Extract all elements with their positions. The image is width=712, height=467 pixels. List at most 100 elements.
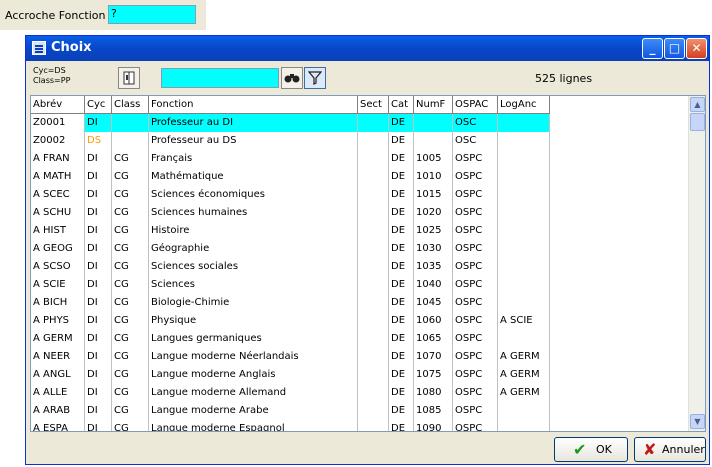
cell-numf: 1060 — [414, 312, 453, 330]
cell-abrev: A ARAB — [31, 402, 85, 420]
cell-fonction: Langue moderne Arabe — [149, 402, 358, 420]
binoculars-icon[interactable] — [281, 67, 303, 89]
table-row[interactable]: A GERM DI CG Langues germaniques DE 1065 OSPC — [31, 330, 550, 348]
col-header-sect[interactable]: Sect — [358, 96, 389, 114]
cell-class: CG — [112, 312, 149, 330]
cell-numf: 1075 — [414, 366, 453, 384]
cell-abrev: A MATH — [31, 168, 85, 186]
cell-cat: DE — [389, 204, 414, 222]
cell-cyc: DI — [85, 276, 112, 294]
cell-cyc: DI — [85, 420, 112, 431]
filter-info-class: Class=PP — [33, 76, 71, 85]
accroche-bar: Accroche Fonction : ? — [0, 0, 206, 30]
table-row[interactable]: A SCEC DI CG Sciences économiques DE 1015 OSPC — [31, 186, 550, 204]
check-icon: ✔ — [573, 440, 587, 459]
cell-class: CG — [112, 330, 149, 348]
filter-icon[interactable] — [304, 67, 326, 89]
cell-numf: 1015 — [414, 186, 453, 204]
col-header-numf[interactable]: NumF — [414, 96, 453, 114]
scroll-down-icon[interactable]: ▼ — [690, 414, 705, 429]
cell-sect — [358, 168, 389, 186]
search-input[interactable] — [161, 68, 279, 88]
cell-sect — [358, 402, 389, 420]
table-row[interactable]: A SCHU DI CG Sciences humaines DE 1020 OSPC — [31, 204, 550, 222]
table-row[interactable]: A SCIE DI CG Sciences DE 1040 OSPC — [31, 276, 550, 294]
cell-class: CG — [112, 204, 149, 222]
cell-fonction: Biologie-Chimie — [149, 294, 358, 312]
cell-sect — [358, 294, 389, 312]
cell-abrev: A SCEC — [31, 186, 85, 204]
cancel-button[interactable]: ✘ Annuler — [634, 437, 706, 462]
cell-class: CG — [112, 366, 149, 384]
scroll-up-icon[interactable]: ▲ — [690, 97, 705, 112]
results-grid[interactable]: Abrév Cyc Class Fonction Sect Cat NumF O… — [30, 95, 706, 432]
cell-sect — [358, 276, 389, 294]
cell-cat: DE — [389, 258, 414, 276]
cell-cat: DE — [389, 384, 414, 402]
cell-numf: 1080 — [414, 384, 453, 402]
cell-loganc: A SCIE — [498, 312, 550, 330]
cell-cyc: DS — [85, 132, 112, 150]
cell-fonction: Français — [149, 150, 358, 168]
col-header-fonction[interactable]: Fonction — [149, 96, 358, 114]
cell-loganc — [498, 240, 550, 258]
cell-numf: 1005 — [414, 150, 453, 168]
table-row[interactable]: A ARAB DI CG Langue moderne Arabe DE 1085 OSPC — [31, 402, 550, 420]
table-row[interactable]: A PHYS DI CG Physique DE 1060 OSPC A SCIE — [31, 312, 550, 330]
cell-cyc: DI — [85, 258, 112, 276]
scroll-thumb[interactable] — [690, 113, 705, 131]
cell-sect — [358, 366, 389, 384]
col-header-loganc[interactable]: LogAnc — [498, 96, 550, 114]
cell-ospac: OSPC — [453, 258, 498, 276]
cell-cat: DE — [389, 186, 414, 204]
cell-sect — [358, 222, 389, 240]
table-row[interactable]: A HIST DI CG Histoire DE 1025 OSPC — [31, 222, 550, 240]
title-bar[interactable]: Choix _ □ ✕ — [26, 36, 709, 61]
cell-numf: 1070 — [414, 348, 453, 366]
cell-cyc: DI — [85, 312, 112, 330]
table-row[interactable]: A SCSO DI CG Sciences sociales DE 1035 OSPC — [31, 258, 550, 276]
maximize-button[interactable]: □ — [664, 38, 685, 59]
table-row[interactable]: A ANGL DI CG Langue moderne Anglais DE 1075 OS… — [31, 366, 550, 384]
cell-ospac: OSPC — [453, 240, 498, 258]
cell-fonction: Langues germaniques — [149, 330, 358, 348]
cell-numf: 1085 — [414, 402, 453, 420]
table-row[interactable]: A FRAN DI CG Français DE 1005 OSPC — [31, 150, 550, 168]
cell-fonction: Sciences sociales — [149, 258, 358, 276]
table-row[interactable]: A MATH DI CG Mathématique DE 1010 OSPC — [31, 168, 550, 186]
table-row[interactable]: Z0002 DS Professeur au DS DE OSC — [31, 132, 550, 150]
vertical-scrollbar[interactable]: ▲ ▼ — [688, 96, 705, 431]
cell-abrev: A FRAN — [31, 150, 85, 168]
col-header-cyc[interactable]: Cyc — [85, 96, 112, 114]
window-title: Choix — [51, 40, 92, 55]
cell-fonction: Sciences — [149, 276, 358, 294]
cell-sect — [358, 420, 389, 431]
cell-cat: DE — [389, 402, 414, 420]
cell-class: CG — [112, 222, 149, 240]
table-row[interactable]: A ALLE DI CG Langue moderne Allemand DE 1080 O… — [31, 384, 550, 402]
cell-loganc — [498, 222, 550, 240]
cell-sect — [358, 240, 389, 258]
cell-ospac: OSPC — [453, 294, 498, 312]
cell-abrev: A ESPA — [31, 420, 85, 431]
table-row[interactable]: A NEER DI CG Langue moderne Néerlandais DE 10… — [31, 348, 550, 366]
col-header-ospac[interactable]: OSPAC — [453, 96, 498, 114]
table-row[interactable]: A BICH DI CG Biologie-Chimie DE 1045 OSPC — [31, 294, 550, 312]
cell-fonction: Langue moderne Anglais — [149, 366, 358, 384]
cell-class: CG — [112, 150, 149, 168]
col-header-abrev[interactable]: Abrév — [31, 96, 85, 114]
cell-loganc — [498, 150, 550, 168]
cell-cat: DE — [389, 150, 414, 168]
close-button[interactable]: ✕ — [686, 38, 707, 59]
table-row[interactable]: A GEOG DI CG Géographie DE 1030 OSPC — [31, 240, 550, 258]
col-header-cat[interactable]: Cat — [389, 96, 414, 114]
col-header-class[interactable]: Class — [112, 96, 149, 114]
accroche-input[interactable]: ? — [108, 5, 196, 24]
minimize-button[interactable]: _ — [642, 38, 663, 59]
book-icon[interactable] — [118, 67, 140, 89]
table-row[interactable]: Z0001 DI Professeur au DI DE OSC — [31, 114, 550, 132]
cell-cyc: DI — [85, 114, 112, 132]
ok-button[interactable]: ✔ OK — [554, 437, 628, 462]
table-row[interactable]: A ESPA DI CG Langue moderne Espagnol DE 1090 O… — [31, 420, 550, 431]
cell-abrev: A BICH — [31, 294, 85, 312]
